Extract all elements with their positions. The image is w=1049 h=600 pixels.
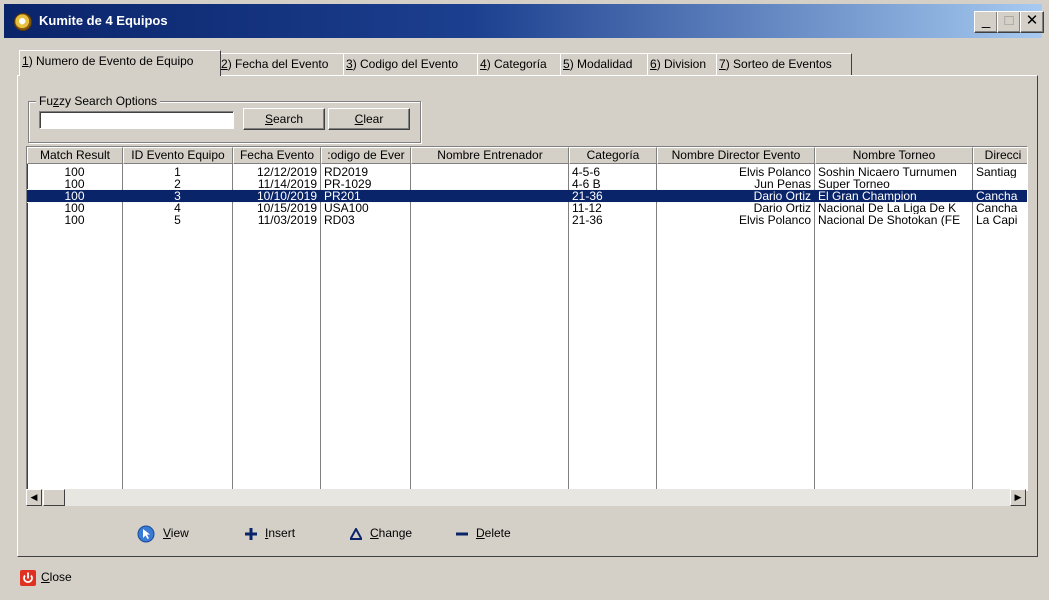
column-header-fecha-evento[interactable]: Fecha Evento bbox=[233, 147, 321, 164]
scroll-right-button[interactable]: ▶ bbox=[1010, 489, 1026, 506]
cell-codigo-evento: RD03 bbox=[324, 214, 355, 226]
minus-icon bbox=[456, 532, 468, 536]
cell-nombre-torneo: Super Torneo bbox=[818, 178, 890, 190]
table-row[interactable]: 100 5 11/03/2019 RD03 21-36 Elvis Polanco Naci… bbox=[27, 214, 1027, 226]
tab-sorteo-eventos[interactable]: 7) Sorteo de Eventos bbox=[716, 53, 852, 76]
table-row[interactable]: 100 4 10/15/2019 USA100 11-12 Dario Ortiz Naci… bbox=[27, 202, 1027, 214]
tab-modalidad[interactable]: 5) Modalidad bbox=[560, 53, 650, 76]
cell-direccion: Santiag bbox=[976, 166, 1017, 178]
cell-nombre-entrenador bbox=[414, 178, 565, 190]
cell-nombre-torneo: Nacional De Shotokan (FE bbox=[818, 214, 961, 226]
cell-categoria: 21-36 bbox=[572, 190, 603, 202]
cell-nombre-director-evento: Dario Ortiz bbox=[753, 202, 811, 214]
tab-numero-evento[interactable]: 1) Numero de Evento de Equipo bbox=[19, 50, 221, 76]
column-header-match-result[interactable]: Match Result bbox=[27, 147, 123, 164]
close-button[interactable]: Close bbox=[20, 568, 72, 586]
title-bar[interactable]: Kumite de 4 Equipos _ □ ✕ bbox=[4, 4, 1044, 38]
cell-match-result: 100 bbox=[64, 178, 85, 190]
clear-button[interactable]: Clear bbox=[328, 108, 410, 130]
tab-codigo-evento[interactable]: 3) Codigo del Evento bbox=[343, 53, 480, 76]
column-header-id-evento-equipo[interactable]: ID Evento Equipo bbox=[123, 147, 233, 164]
cell-nombre-entrenador bbox=[414, 190, 565, 202]
delete-button[interactable]: Delete bbox=[456, 524, 511, 542]
cell-nombre-director-evento: Elvis Polanco bbox=[738, 214, 811, 226]
cell-nombre-director-evento: Jun Penas bbox=[754, 178, 811, 190]
cell-nombre-entrenador bbox=[414, 166, 565, 178]
cell-nombre-director-evento: Dario Ortiz bbox=[753, 190, 811, 202]
search-button[interactable]: Search bbox=[243, 108, 325, 130]
cell-categoria: 11-12 bbox=[572, 202, 602, 214]
cell-nombre-director-evento: Elvis Polanco bbox=[738, 166, 811, 178]
cell-nombre-entrenador bbox=[414, 202, 565, 214]
cell-match-result: 100 bbox=[64, 214, 85, 226]
table-row[interactable]: 100 3 10/10/2019 PR201 21-36 Dario Ortiz El Gr… bbox=[27, 189, 1027, 203]
scroll-thumb[interactable] bbox=[43, 489, 65, 506]
scroll-left-button[interactable]: ◀ bbox=[26, 489, 42, 506]
column-header-codigo-evento[interactable]: :odigo de Ever bbox=[321, 147, 411, 164]
insert-button[interactable]: Insert bbox=[245, 524, 295, 542]
column-header-direccion[interactable]: Direcci bbox=[973, 147, 1027, 164]
table-row[interactable]: 100 2 11/14/2019 PR-1029 4-6 B Jun Penas Super… bbox=[27, 178, 1027, 190]
cell-match-result: 100 bbox=[64, 202, 85, 214]
plus-icon bbox=[245, 527, 257, 540]
fuzzy-search-label: Fuzzy Search Options bbox=[36, 94, 161, 108]
table-row[interactable]: 100 1 12/12/2019 RD2019 4-5-6 Elvis Polanco So… bbox=[27, 166, 1027, 178]
cell-nombre-torneo: Soshin Nicaero Turnumen bbox=[818, 166, 957, 178]
power-icon bbox=[20, 569, 36, 586]
cell-codigo-evento: USA100 bbox=[324, 202, 369, 214]
view-button[interactable]: View bbox=[137, 524, 189, 543]
cell-fecha-evento: 10/10/2019 bbox=[256, 190, 317, 202]
cell-codigo-evento: RD2019 bbox=[324, 166, 369, 178]
cursor-icon bbox=[137, 525, 155, 543]
cell-categoria: 21-36 bbox=[572, 214, 603, 226]
tab-fecha-evento[interactable]: 2) Fecha del Evento bbox=[218, 53, 346, 76]
cell-direccion: Cancha bbox=[976, 202, 1018, 214]
cell-codigo-evento: PR-1029 bbox=[324, 178, 372, 190]
maximize-button[interactable]: □ bbox=[997, 11, 1021, 33]
cell-fecha-evento: 12/12/2019 bbox=[256, 166, 317, 178]
window-title: Kumite de 4 Equipos bbox=[39, 13, 168, 28]
fuzzy-search-input[interactable] bbox=[39, 111, 234, 129]
cell-id-evento-equipo: 3 bbox=[174, 190, 181, 202]
app-window: Kumite de 4 Equipos _ □ ✕ 1) Numero de E… bbox=[0, 0, 1049, 600]
cell-nombre-torneo: Nacional De La Liga De K bbox=[818, 202, 957, 214]
column-header-nombre-torneo[interactable]: Nombre Torneo bbox=[815, 147, 973, 164]
cell-fecha-evento: 11/14/2019 bbox=[257, 178, 317, 190]
horizontal-scrollbar[interactable]: ◀ ▶ bbox=[26, 489, 1026, 506]
change-button[interactable]: Change bbox=[350, 524, 412, 542]
cell-nombre-torneo: El Gran Champion bbox=[818, 190, 917, 202]
column-header-nombre-director-evento[interactable]: Nombre Director Evento bbox=[657, 147, 815, 164]
cell-direccion: La Capi bbox=[976, 214, 1018, 226]
cell-id-evento-equipo: 1 bbox=[174, 166, 181, 178]
cell-direccion bbox=[976, 178, 1027, 190]
tab-division[interactable]: 6) Division bbox=[647, 53, 719, 76]
cell-categoria: 4-6 B bbox=[572, 178, 601, 190]
cell-codigo-evento: PR201 bbox=[324, 190, 361, 202]
cell-match-result: 100 bbox=[64, 166, 85, 178]
cell-id-evento-equipo: 5 bbox=[174, 214, 181, 226]
app-logo-icon bbox=[14, 13, 32, 31]
column-header-categoria[interactable]: Categoría bbox=[569, 147, 657, 164]
cell-id-evento-equipo: 4 bbox=[174, 202, 181, 214]
minimize-button[interactable]: _ bbox=[974, 11, 998, 33]
cell-fecha-evento: 11/03/2019 bbox=[257, 214, 317, 226]
cell-match-result: 100 bbox=[64, 190, 85, 202]
close-window-button[interactable]: ✕ bbox=[1020, 11, 1044, 33]
events-grid[interactable]: Match Result ID Evento Equipo Fecha Evento… bbox=[26, 146, 1028, 491]
triangle-icon bbox=[350, 527, 362, 540]
cell-nombre-entrenador bbox=[414, 214, 565, 226]
cell-id-evento-equipo: 2 bbox=[174, 178, 181, 190]
column-header-nombre-entrenador[interactable]: Nombre Entrenador bbox=[411, 147, 569, 164]
cell-direccion: Cancha bbox=[976, 190, 1018, 202]
tab-categoria[interactable]: 4) Categoría bbox=[477, 53, 563, 76]
cell-fecha-evento: 10/15/2019 bbox=[256, 202, 317, 214]
cell-categoria: 4-5-6 bbox=[572, 166, 601, 178]
